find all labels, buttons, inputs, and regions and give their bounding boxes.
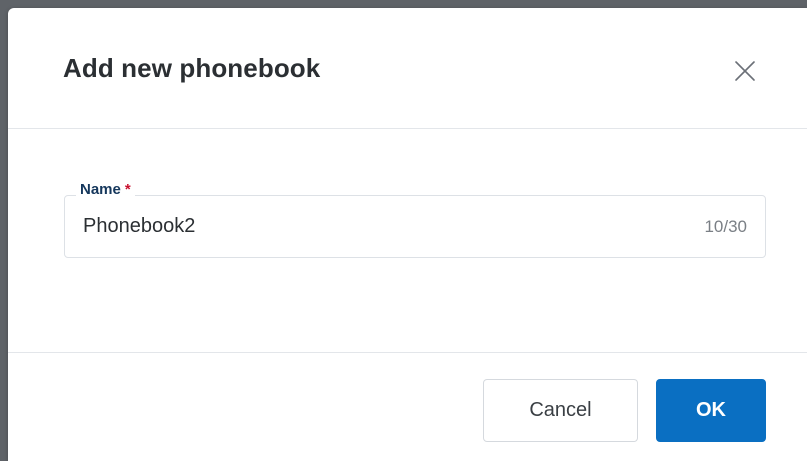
dialog-body: Name* 10/30 bbox=[8, 129, 807, 353]
close-icon bbox=[735, 61, 755, 81]
dialog-title: Add new phonebook bbox=[63, 53, 321, 83]
dialog-footer: Cancel OK bbox=[8, 353, 807, 461]
name-field-label: Name * bbox=[76, 181, 135, 199]
character-counter: 10/30 bbox=[704, 217, 747, 236]
name-label-text: Name bbox=[80, 181, 121, 198]
add-phonebook-dialog: Add new phonebook Name* 10/30 Cancel OK bbox=[8, 8, 807, 461]
close-button[interactable] bbox=[730, 56, 760, 86]
dialog-header: Add new phonebook bbox=[8, 8, 807, 129]
name-input[interactable] bbox=[83, 210, 663, 242]
ok-button[interactable]: OK bbox=[656, 379, 766, 442]
name-field-container: 10/30 bbox=[64, 195, 766, 258]
cancel-button[interactable]: Cancel bbox=[483, 379, 638, 442]
required-marker: * bbox=[124, 181, 131, 198]
